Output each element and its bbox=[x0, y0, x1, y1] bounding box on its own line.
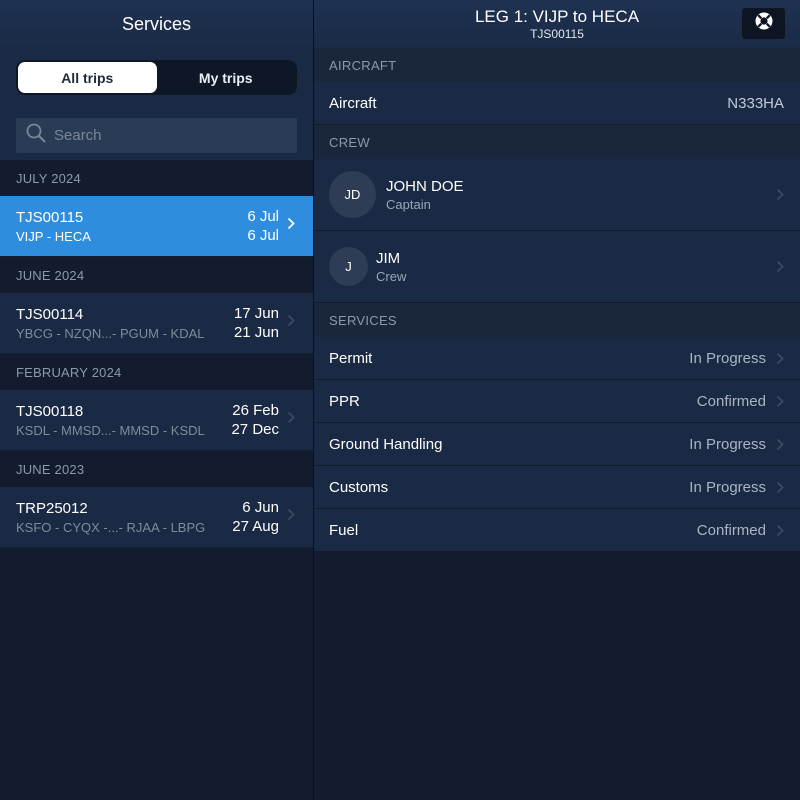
trip-list: JULY 2024 TJS00115 VIJP - HECA 6 Jul 6 Jul JU… bbox=[0, 160, 313, 548]
avatar: JD bbox=[329, 171, 376, 218]
leg-header: LEG 1: VIJP to HECA TJS00115 bbox=[314, 0, 800, 48]
trip-route: VIJP - HECA bbox=[16, 228, 91, 244]
month-section-header: JUNE 2024 bbox=[0, 257, 313, 293]
chevron-right-icon bbox=[287, 314, 295, 332]
leg-trip-id: TJS00115 bbox=[530, 26, 584, 41]
trip-end-date: 21 Jun bbox=[233, 324, 279, 341]
trip-start-date: 26 Feb bbox=[232, 402, 279, 419]
lifebuoy-icon bbox=[754, 11, 774, 36]
leg-detail-panel: LEG 1: VIJP to HECA TJS00115 AIRCRAFT Ai… bbox=[314, 0, 800, 800]
trip-info: TJS00115 VIJP - HECA bbox=[16, 209, 247, 244]
trip-dates: 26 Feb 27 Dec bbox=[231, 401, 279, 439]
service-status: Confirmed bbox=[696, 392, 766, 410]
trip-dates: 6 Jun 27 Aug bbox=[232, 498, 279, 536]
service-name: Fuel bbox=[329, 521, 359, 539]
chevron-right-icon bbox=[776, 481, 784, 494]
help-button[interactable] bbox=[742, 8, 785, 39]
service-status: In Progress bbox=[689, 478, 766, 496]
crew-section-header: CREW bbox=[314, 125, 800, 159]
trip-start-date: 17 Jun bbox=[233, 305, 279, 322]
trip-info: TJS00114 YBCG - NZQN...- PGUM - KDAL bbox=[16, 306, 234, 341]
service-row[interactable]: Customs In Progress bbox=[314, 466, 800, 509]
aircraft-section-header: AIRCRAFT bbox=[314, 48, 800, 82]
trip-route: YBCG - NZQN...- PGUM - KDAL bbox=[16, 325, 205, 341]
search-input[interactable] bbox=[54, 127, 297, 144]
service-name: Customs bbox=[329, 478, 389, 496]
service-name: PPR bbox=[329, 392, 360, 410]
service-row[interactable]: PPR Confirmed bbox=[314, 380, 800, 423]
trip-end-date: 27 Aug bbox=[232, 518, 279, 535]
trip-id: TJS00114 bbox=[16, 305, 84, 323]
leg-title: LEG 1: VIJP to HECA bbox=[474, 6, 640, 26]
trip-end-date: 6 Jul bbox=[247, 227, 279, 244]
service-name: Permit bbox=[329, 349, 373, 367]
trip-dates: 17 Jun 21 Jun bbox=[234, 304, 279, 342]
aircraft-row: Aircraft N333HA bbox=[314, 82, 800, 125]
trip-id: TJS00115 bbox=[16, 208, 84, 226]
service-row[interactable]: Permit In Progress bbox=[314, 337, 800, 380]
trip-id: TRP25012 bbox=[16, 499, 88, 517]
crew-info: JOHN DOE Captain bbox=[386, 178, 776, 212]
service-row[interactable]: Ground Handling In Progress bbox=[314, 423, 800, 466]
chevron-right-icon bbox=[287, 217, 295, 235]
search-wrap bbox=[0, 108, 313, 160]
aircraft-registration: N333HA bbox=[727, 94, 784, 112]
avatar: J bbox=[329, 247, 368, 286]
trip-start-date: 6 Jun bbox=[242, 499, 279, 516]
chevron-right-icon bbox=[776, 352, 784, 365]
crew-role: Captain bbox=[386, 196, 431, 212]
trip-row[interactable]: TRP25012 KSFO - CYQX -...- RJAA - LBPG 6 J… bbox=[0, 487, 313, 548]
trip-info: TRP25012 KSFO - CYQX -...- RJAA - LBPG bbox=[16, 500, 232, 535]
service-name: Ground Handling bbox=[329, 435, 443, 453]
service-status: Confirmed bbox=[696, 521, 766, 539]
service-status: In Progress bbox=[689, 349, 766, 367]
services-list: Permit In Progress PPR Confirmed Ground Hand… bbox=[314, 337, 800, 552]
trip-route: KSDL - MMSD...- MMSD - KSDL bbox=[16, 422, 205, 438]
trip-row[interactable]: TJS00115 VIJP - HECA 6 Jul 6 Jul bbox=[0, 196, 313, 257]
crew-row[interactable]: J JIM Crew bbox=[314, 231, 800, 303]
service-status: In Progress bbox=[689, 435, 766, 453]
trip-end-date: 27 Dec bbox=[231, 421, 279, 438]
chevron-right-icon bbox=[776, 395, 784, 408]
crew-row[interactable]: JD JOHN DOE Captain bbox=[314, 159, 800, 231]
crew-name: JIM bbox=[376, 249, 401, 267]
service-row[interactable]: Fuel Confirmed bbox=[314, 509, 800, 552]
trips-title: Services bbox=[121, 13, 192, 34]
trip-route: KSFO - CYQX -...- RJAA - LBPG bbox=[16, 519, 206, 535]
trips-panel: Services All trips My trips JULY 2024 TJS… bbox=[0, 0, 313, 800]
trip-id: TJS00118 bbox=[16, 402, 84, 420]
crew-name: JOHN DOE bbox=[386, 177, 464, 195]
trip-info: TJS00118 KSDL - MMSD...- MMSD - KSDL bbox=[16, 403, 231, 438]
tab-all-trips[interactable]: All trips bbox=[18, 62, 157, 93]
trip-start-date: 6 Jul bbox=[247, 208, 279, 225]
chevron-right-icon bbox=[776, 260, 784, 273]
month-section-header: JULY 2024 bbox=[0, 160, 313, 196]
trip-filter-segmented: All trips My trips bbox=[16, 60, 297, 95]
chevron-right-icon bbox=[776, 524, 784, 537]
services-section-header: SERVICES bbox=[314, 303, 800, 337]
trip-row[interactable]: TJS00114 YBCG - NZQN...- PGUM - KDAL 17 Ju… bbox=[0, 293, 313, 354]
trip-dates: 6 Jul 6 Jul bbox=[247, 207, 279, 245]
search-icon bbox=[26, 123, 46, 148]
crew-info: JIM Crew bbox=[376, 250, 776, 284]
search-box[interactable] bbox=[16, 118, 297, 153]
month-section-header: JUNE 2023 bbox=[0, 451, 313, 487]
chevron-right-icon bbox=[776, 188, 784, 201]
chevron-right-icon bbox=[287, 411, 295, 429]
crew-role: Crew bbox=[376, 268, 407, 284]
chevron-right-icon bbox=[287, 508, 295, 526]
trip-row[interactable]: TJS00118 KSDL - MMSD...- MMSD - KSDL 26 Fe… bbox=[0, 390, 313, 451]
tab-my-trips[interactable]: My trips bbox=[157, 62, 296, 93]
trip-filter-wrap: All trips My trips bbox=[0, 48, 313, 108]
aircraft-label: Aircraft bbox=[329, 94, 377, 112]
trips-header: Services bbox=[0, 0, 313, 48]
month-section-header: FEBRUARY 2024 bbox=[0, 354, 313, 390]
chevron-right-icon bbox=[776, 438, 784, 451]
